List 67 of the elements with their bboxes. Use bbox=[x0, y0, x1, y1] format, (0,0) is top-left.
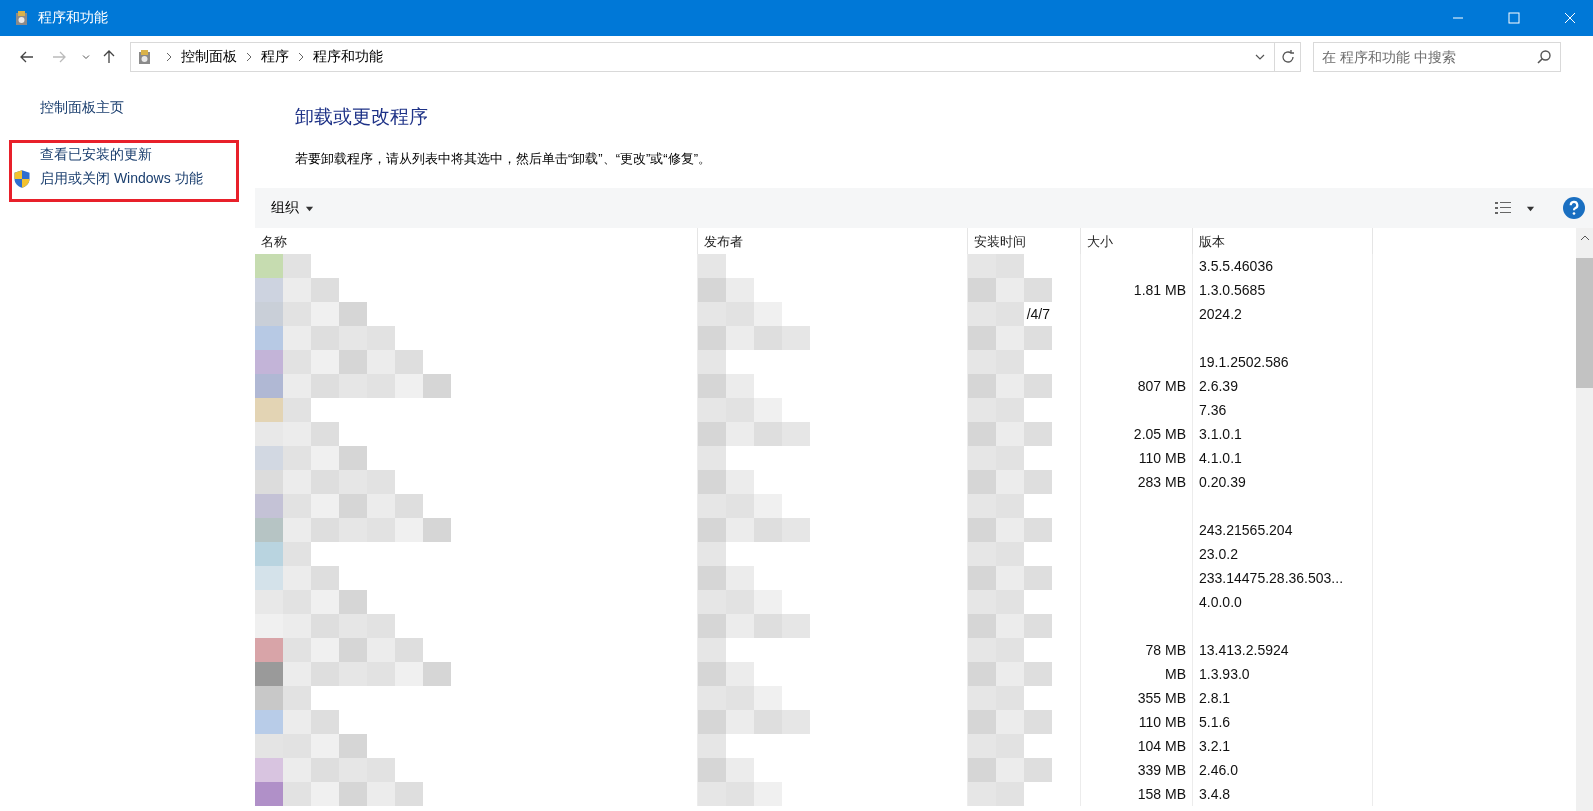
table-cell: 110 MB bbox=[1138, 450, 1186, 466]
table-cell: 0.20.39 bbox=[1199, 474, 1246, 490]
table-cell: 3.1.0.1 bbox=[1199, 426, 1242, 442]
table-cell: 243.21565.204 bbox=[1199, 522, 1293, 538]
table-cell: 1.3.0.5685 bbox=[1199, 282, 1266, 298]
app-icon bbox=[14, 10, 30, 26]
column-header[interactable]: 版本 bbox=[1193, 228, 1373, 254]
instruction-text: 若要卸载程序，请从列表中将其选中，然后单击“卸载”、“更改”或“修复”。 bbox=[295, 150, 712, 168]
breadcrumb-item[interactable]: 程序 bbox=[261, 48, 289, 66]
table-cell: 1.3.93.0 bbox=[1199, 666, 1250, 682]
scrollbar-thumb[interactable] bbox=[1576, 258, 1593, 388]
control-panel-icon bbox=[137, 49, 153, 65]
table-cell: 3.2.1 bbox=[1199, 738, 1231, 754]
page-heading: 卸载或更改程序 bbox=[295, 105, 429, 129]
table-cell: 3.5.5.46036 bbox=[1199, 258, 1273, 274]
address-bar[interactable]: 控制面板 程序 程序和功能 bbox=[130, 42, 1275, 72]
table-cell: 3.4.8 bbox=[1199, 786, 1231, 802]
table-cell: 7.36 bbox=[1199, 402, 1227, 418]
table-cell: 13.413.2.5924 bbox=[1199, 642, 1289, 658]
table-cell: 283 MB bbox=[1137, 474, 1186, 490]
sidebar-link[interactable]: 启用或关闭 Windows 功能 bbox=[40, 170, 203, 188]
table-cell: 355 MB bbox=[1137, 690, 1186, 706]
table-cell: 2024.2 bbox=[1199, 306, 1242, 322]
maximize-icon bbox=[1508, 12, 1520, 24]
table-cell: 104 MB bbox=[1137, 738, 1186, 754]
table-cell: 4.0.0.0 bbox=[1199, 594, 1242, 610]
table-cell: 78 MB bbox=[1145, 642, 1186, 658]
sidebar-link[interactable]: 查看已安装的更新 bbox=[40, 146, 152, 164]
search-icon[interactable] bbox=[1536, 49, 1552, 65]
table-cell: 233.14475.28.36.503... bbox=[1199, 570, 1344, 586]
table-cell: 2.05 MB bbox=[1133, 426, 1186, 442]
shield-icon bbox=[12, 169, 32, 189]
table-cell: 4.1.0.1 bbox=[1199, 450, 1242, 466]
search-field[interactable]: 在 程序和功能 中搜索 bbox=[1313, 42, 1561, 72]
chevron-icon bbox=[297, 52, 305, 62]
refresh-button[interactable] bbox=[1275, 42, 1301, 72]
up-arrow-icon bbox=[101, 49, 117, 65]
scrollbar[interactable] bbox=[1576, 228, 1593, 811]
view-options-icon[interactable] bbox=[1494, 200, 1512, 216]
table-cell: 1.81 MB bbox=[1133, 282, 1186, 298]
table-cell-text: /4/7 bbox=[1026, 306, 1051, 322]
refresh-icon bbox=[1279, 49, 1296, 65]
table-cell: MB bbox=[1165, 666, 1186, 682]
chevron-icon bbox=[245, 52, 253, 62]
table-cell: 339 MB bbox=[1137, 762, 1186, 778]
table-cell: 807 MB bbox=[1137, 378, 1186, 394]
window-title: 程序和功能 bbox=[38, 9, 108, 27]
column-header[interactable]: 大小 bbox=[1081, 228, 1193, 254]
table-cell: 2.8.1 bbox=[1199, 690, 1231, 706]
breadcrumb-item[interactable]: 控制面板 bbox=[181, 48, 237, 66]
table-cell: 23.0.2 bbox=[1199, 546, 1238, 562]
back-arrow-icon bbox=[19, 49, 35, 65]
table-cell: 158 MB bbox=[1137, 786, 1186, 802]
table-cell: 110 MB bbox=[1138, 714, 1186, 730]
table-cell: 5.1.6 bbox=[1199, 714, 1231, 730]
help-icon[interactable] bbox=[1563, 197, 1585, 219]
sidebar-link[interactable]: 控制面板主页 bbox=[40, 99, 124, 117]
organize-menu[interactable]: 组织 bbox=[267, 195, 318, 221]
scroll-up-icon[interactable] bbox=[1579, 233, 1590, 243]
chevron-icon bbox=[165, 52, 173, 62]
chevron-icon bbox=[81, 52, 91, 62]
breadcrumb-item[interactable]: 程序和功能 bbox=[313, 48, 383, 66]
forward-arrow-icon bbox=[51, 49, 67, 65]
table-cell: 2.6.39 bbox=[1199, 378, 1238, 394]
table-cell: 19.1.2502.586 bbox=[1199, 354, 1289, 370]
table-cell: 2.46.0 bbox=[1199, 762, 1238, 778]
close-icon bbox=[1564, 12, 1576, 24]
